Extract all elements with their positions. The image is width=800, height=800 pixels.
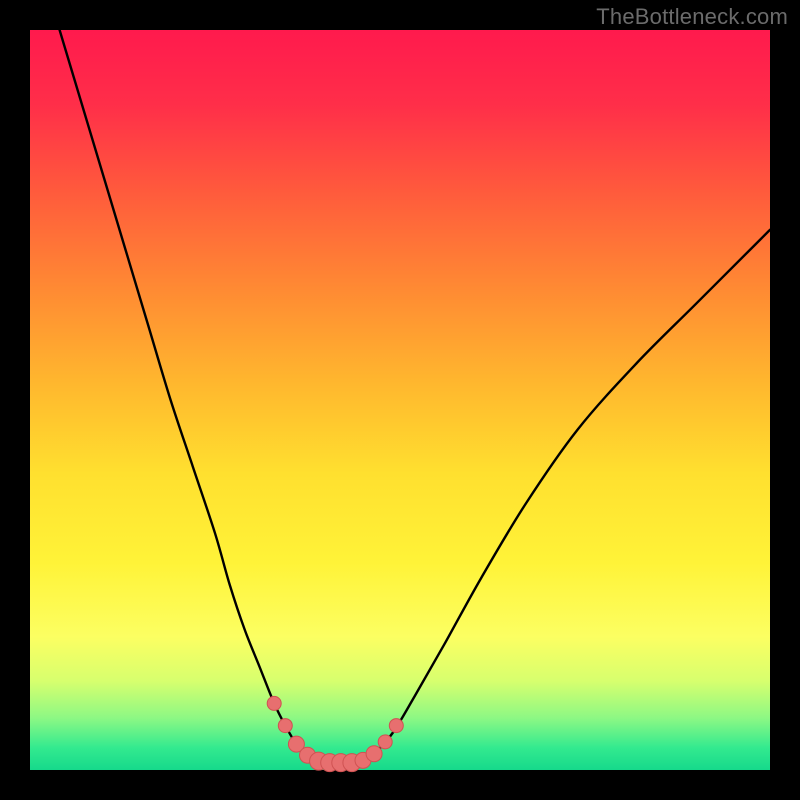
marker-dot [366,746,382,762]
marker-cluster [267,696,403,771]
marker-dot [389,719,403,733]
chart-frame: TheBottleneck.com [0,0,800,800]
marker-dot [378,735,392,749]
marker-dot [278,719,292,733]
watermark-label: TheBottleneck.com [596,4,788,30]
plot-gradient-area [30,30,770,770]
marker-dot [267,696,281,710]
chart-svg [30,30,770,770]
bottleneck-curve [60,30,770,763]
